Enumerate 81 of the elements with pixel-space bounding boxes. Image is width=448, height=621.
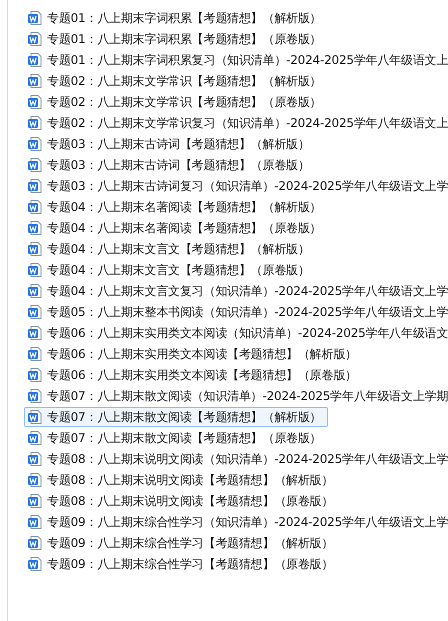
file-name: 专题07：八上期末散文阅读（知识清单）-2024-2025学年八年级语文上学期 bbox=[47, 388, 448, 404]
file-name: 专题07：八上期末散文阅读【考题猜想】（解析版） bbox=[47, 409, 322, 425]
file-name: 专题06：八上期末实用类文本阅读（知识清单）-2024-2025学年八年级语文 bbox=[47, 325, 448, 341]
word-document-icon bbox=[27, 346, 43, 362]
file-item[interactable]: 专题07：八上期末散文阅读（知识清单）-2024-2025学年八年级语文上学期 bbox=[24, 386, 448, 406]
file-name: 专题04：八上期末名著阅读【考题猜想】（原卷版） bbox=[47, 220, 322, 236]
word-document-icon bbox=[27, 283, 43, 299]
file-item[interactable]: 专题01：八上期末字词积累【考题猜想】（解析版） bbox=[24, 8, 328, 28]
file-item[interactable]: 专题09：八上期末综合性学习（知识清单）-2024-2025学年八年级语文上学 bbox=[24, 512, 448, 532]
file-item[interactable]: 专题09：八上期末综合性学习【考题猜想】（解析版） bbox=[24, 533, 340, 553]
file-item[interactable]: 专题03：八上期末古诗词【考题猜想】（原卷版） bbox=[24, 155, 317, 175]
word-document-icon bbox=[27, 535, 43, 551]
file-item[interactable]: 专题04：八上期末文言文复习（知识清单）-2024-2025学年八年级语文上学 bbox=[24, 281, 448, 301]
file-item[interactable]: 专题01：八上期末字词积累复习（知识清单）-2024-2025学年八年级语文上 bbox=[24, 50, 448, 70]
file-item[interactable]: 专题08：八上期末说明文阅读【考题猜想】（原卷版） bbox=[24, 491, 340, 511]
word-document-icon bbox=[27, 409, 43, 425]
file-name: 专题01：八上期末字词积累复习（知识清单）-2024-2025学年八年级语文上 bbox=[47, 52, 448, 68]
word-document-icon bbox=[27, 451, 43, 467]
file-name: 专题08：八上期末说明文阅读（知识清单）-2024-2025学年八年级语文上学 bbox=[47, 451, 448, 467]
file-name: 专题03：八上期末古诗词复习（知识清单）-2024-2025学年八年级语文上学 bbox=[47, 178, 448, 194]
file-item[interactable]: 专题04：八上期末名著阅读【考题猜想】（解析版） bbox=[24, 197, 328, 217]
word-document-icon bbox=[27, 73, 43, 89]
file-item[interactable]: 专题06：八上期末实用类文本阅读【考题猜想】（原卷版） bbox=[24, 365, 364, 385]
word-document-icon bbox=[27, 367, 43, 383]
file-name: 专题04：八上期末名著阅读【考题猜想】（解析版） bbox=[47, 199, 322, 215]
file-item[interactable]: 专题02：八上期末文学常识【考题猜想】（解析版） bbox=[24, 71, 328, 91]
word-document-icon bbox=[27, 31, 43, 47]
file-name: 专题01：八上期末字词积累【考题猜想】（原卷版） bbox=[47, 31, 322, 47]
word-document-icon bbox=[27, 241, 43, 257]
file-item[interactable]: 专题08：八上期末说明文阅读【考题猜想】（解析版） bbox=[24, 470, 340, 490]
file-name: 专题03：八上期末古诗词【考题猜想】（解析版） bbox=[47, 136, 310, 152]
word-document-icon bbox=[27, 262, 43, 278]
word-document-icon bbox=[27, 472, 43, 488]
word-document-icon bbox=[27, 10, 43, 26]
file-item[interactable]: 专题03：八上期末古诗词【考题猜想】（解析版） bbox=[24, 134, 317, 154]
word-document-icon bbox=[27, 157, 43, 173]
file-name: 专题09：八上期末综合性学习【考题猜想】（原卷版） bbox=[47, 556, 334, 572]
file-name: 专题04：八上期末文言文复习（知识清单）-2024-2025学年八年级语文上学 bbox=[47, 283, 448, 299]
file-name: 专题08：八上期末说明文阅读【考题猜想】（解析版） bbox=[47, 472, 334, 488]
file-item[interactable]: 专题04：八上期末文言文【考题猜想】（解析版） bbox=[24, 239, 317, 259]
file-item[interactable]: 专题05：八上期末整本书阅读（知识清单）-2024-2025学年八年级语文上学 bbox=[24, 302, 448, 322]
file-name: 专题09：八上期末综合性学习【考题猜想】（解析版） bbox=[47, 535, 334, 551]
file-name: 专题01：八上期末字词积累【考题猜想】（解析版） bbox=[47, 10, 322, 26]
file-name: 专题04：八上期末文言文【考题猜想】（原卷版） bbox=[47, 262, 310, 278]
file-item[interactable]: 专题07：八上期末散文阅读【考题猜想】（解析版） bbox=[24, 407, 328, 427]
file-name: 专题04：八上期末文言文【考题猜想】（解析版） bbox=[47, 241, 310, 257]
file-name: 专题02：八上期末文学常识复习（知识清单）-2024-2025学年八年级语文上 bbox=[47, 115, 448, 131]
word-document-icon bbox=[27, 52, 43, 68]
file-item[interactable]: 专题02：八上期末文学常识【考题猜想】（原卷版） bbox=[24, 92, 328, 112]
file-item[interactable]: 专题07：八上期末散文阅读【考题猜想】（原卷版） bbox=[24, 428, 328, 448]
file-name: 专题08：八上期末说明文阅读【考题猜想】（原卷版） bbox=[47, 493, 334, 509]
file-item[interactable]: 专题08：八上期末说明文阅读（知识清单）-2024-2025学年八年级语文上学 bbox=[24, 449, 448, 469]
word-document-icon bbox=[27, 514, 43, 530]
file-name: 专题06：八上期末实用类文本阅读【考题猜想】（原卷版） bbox=[47, 367, 357, 383]
word-document-icon bbox=[27, 199, 43, 215]
file-name: 专题03：八上期末古诗词【考题猜想】（原卷版） bbox=[47, 157, 310, 173]
file-name: 专题06：八上期末实用类文本阅读【考题猜想】（解析版） bbox=[47, 346, 357, 362]
file-item[interactable]: 专题01：八上期末字词积累【考题猜想】（原卷版） bbox=[24, 29, 328, 49]
word-document-icon bbox=[27, 94, 43, 110]
file-name: 专题02：八上期末文学常识【考题猜想】（解析版） bbox=[47, 73, 322, 89]
file-name: 专题02：八上期末文学常识【考题猜想】（原卷版） bbox=[47, 94, 322, 110]
file-item[interactable]: 专题04：八上期末名著阅读【考题猜想】（原卷版） bbox=[24, 218, 328, 238]
word-document-icon bbox=[27, 304, 43, 320]
word-document-icon bbox=[27, 493, 43, 509]
file-item[interactable]: 专题06：八上期末实用类文本阅读【考题猜想】（解析版） bbox=[24, 344, 364, 364]
file-name: 专题07：八上期末散文阅读【考题猜想】（原卷版） bbox=[47, 430, 322, 446]
file-item[interactable]: 专题02：八上期末文学常识复习（知识清单）-2024-2025学年八年级语文上 bbox=[24, 113, 448, 133]
file-name: 专题09：八上期末综合性学习（知识清单）-2024-2025学年八年级语文上学 bbox=[47, 514, 448, 530]
word-document-icon bbox=[27, 115, 43, 131]
file-name: 专题05：八上期末整本书阅读（知识清单）-2024-2025学年八年级语文上学 bbox=[47, 304, 448, 320]
file-item[interactable]: 专题03：八上期末古诗词复习（知识清单）-2024-2025学年八年级语文上学 bbox=[24, 176, 448, 196]
word-document-icon bbox=[27, 220, 43, 236]
word-document-icon bbox=[27, 388, 43, 404]
word-document-icon bbox=[27, 556, 43, 572]
word-document-icon bbox=[27, 325, 43, 341]
file-item[interactable]: 专题04：八上期末文言文【考题猜想】（原卷版） bbox=[24, 260, 317, 280]
word-document-icon bbox=[27, 178, 43, 194]
word-document-icon bbox=[27, 430, 43, 446]
file-item[interactable]: 专题09：八上期末综合性学习【考题猜想】（原卷版） bbox=[24, 554, 340, 574]
file-item[interactable]: 专题06：八上期末实用类文本阅读（知识清单）-2024-2025学年八年级语文 bbox=[24, 323, 448, 343]
word-document-icon bbox=[27, 136, 43, 152]
